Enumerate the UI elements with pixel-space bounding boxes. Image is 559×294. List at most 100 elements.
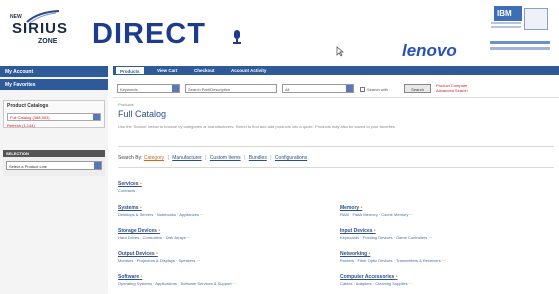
- header-decor-lines: [491, 22, 521, 30]
- category-software: Software • Operating Systems · Applicati…: [118, 274, 237, 286]
- category-title[interactable]: Computer Accessories •: [340, 274, 413, 280]
- site-header: NEW SIRIUS ZONE DIRECT lenovo IBM: [0, 0, 559, 64]
- category-input-devices: Input Devices • Keyboards · Pointing Dev…: [340, 228, 432, 240]
- category-title[interactable]: Software •: [118, 274, 237, 280]
- category-title-text[interactable]: Systems: [118, 205, 139, 211]
- category-subcategories[interactable]: Monitors · Projectors & Displays · Speak…: [118, 258, 200, 263]
- category-title-text[interactable]: Networking: [340, 251, 367, 257]
- product-line-select[interactable]: Select a Product Line: [6, 161, 102, 170]
- chevron-down-icon[interactable]: [94, 162, 101, 169]
- search-input-value: Search Part/Description: [188, 87, 231, 92]
- chevron-down-icon[interactable]: [172, 85, 179, 92]
- tab-account-activity[interactable]: Account Activity: [227, 66, 270, 75]
- logo-zone-text: ZONE: [38, 38, 58, 45]
- category-title-text[interactable]: Software: [118, 274, 139, 280]
- star-icon: •: [156, 251, 158, 257]
- category-title[interactable]: Networking •: [340, 251, 446, 257]
- category-services: Services • Contracts: [118, 181, 142, 193]
- category-title[interactable]: Memory •: [340, 205, 414, 211]
- page-title: Full Catalog: [118, 109, 167, 119]
- category-title[interactable]: Systems •: [118, 205, 204, 211]
- ibm-logo: IBM: [494, 6, 522, 21]
- category-title-text[interactable]: Input Devices: [340, 228, 373, 234]
- sidebar-my-favorites[interactable]: My Favorites: [0, 79, 108, 90]
- category-subcategories[interactable]: Keyboards · Pointing Devices · Game Cont…: [340, 235, 432, 240]
- star-icon: •: [373, 228, 376, 234]
- catalog-refresh-link[interactable]: Refresh (1,144): [4, 123, 104, 128]
- header-decor-bar: [490, 41, 550, 44]
- selection-title: SELECTION: [3, 150, 105, 157]
- category-systems: Systems • Desktops & Servers · Notebooks…: [118, 205, 204, 217]
- search-input[interactable]: Search Part/Description: [185, 84, 277, 93]
- product-line-value: Select a Product Line: [9, 164, 48, 169]
- logo-direct-text[interactable]: DIRECT: [92, 18, 206, 51]
- star-icon: •: [158, 228, 161, 234]
- advanced-search-link[interactable]: Advanced Search: [436, 88, 468, 93]
- category-computer-accessories: Computer Accessories • Cables · Adapters…: [340, 274, 413, 286]
- search-button[interactable]: Search: [404, 84, 431, 93]
- category-select-value: All: [285, 87, 290, 92]
- divider: [118, 167, 554, 168]
- mouse-cursor-icon: [336, 46, 344, 57]
- advanced-links: Product Compare Advanced Search: [436, 83, 468, 93]
- keyword-select[interactable]: Keywords: [117, 84, 180, 93]
- search-by-custom-items[interactable]: Custom Items: [210, 155, 241, 161]
- category-subcategories[interactable]: Cables · Adapters · Cleaning Supplies ··…: [340, 281, 413, 286]
- header-decor-bar: [490, 47, 550, 50]
- separator: |: [205, 155, 207, 161]
- ibm-partner-box: [524, 8, 548, 30]
- catalog-select-value: Full Catalog (388,593): [10, 115, 50, 120]
- category-subcategories[interactable]: Contracts: [118, 188, 142, 193]
- category-select[interactable]: All: [282, 84, 354, 93]
- category-title-text[interactable]: Output Devices: [118, 251, 155, 257]
- category-title[interactable]: Services •: [118, 181, 142, 187]
- chevron-down-icon[interactable]: [346, 85, 353, 92]
- category-title-text[interactable]: Storage Devices: [118, 228, 157, 234]
- keyword-select-value: Keywords: [120, 87, 138, 92]
- tab-checkout[interactable]: Checkout: [190, 66, 219, 75]
- category-subcategories[interactable]: Operating Systems · Applications · Softw…: [118, 281, 237, 286]
- product-catalogs-panel: Product Catalogs Full Catalog (388,593) …: [3, 100, 105, 128]
- breadcrumb[interactable]: Products: [118, 102, 134, 107]
- category-title-text[interactable]: Memory: [340, 205, 359, 211]
- category-subcategories[interactable]: Hard Drives · Controllers · Disk Arrays …: [118, 235, 191, 240]
- search-by-nav: Search By: Category | Manufacturer | Cus…: [118, 155, 307, 161]
- catalog-select[interactable]: Full Catalog (388,593): [7, 113, 101, 121]
- separator: |: [167, 155, 169, 161]
- search-by-category[interactable]: Category: [144, 155, 164, 161]
- category-networking: Networking • Routers · Fiber Optic Devic…: [340, 251, 446, 263]
- category-subcategories[interactable]: Desktops & Servers · Notebooks · Applian…: [118, 212, 204, 217]
- category-memory: Memory • RAM · Flash Memory · Cache Memo…: [340, 205, 414, 217]
- search-by-configurations[interactable]: Configurations: [275, 155, 307, 161]
- sidebar-my-account[interactable]: My Account: [0, 66, 108, 77]
- tab-view-cart[interactable]: View Cart: [153, 66, 181, 75]
- search-bar: Keywords Search Part/Description All: [113, 80, 559, 98]
- search-with-label: Search with: [367, 87, 388, 92]
- tab-products[interactable]: Products: [115, 66, 145, 75]
- search-by-bundles[interactable]: Bundles: [249, 155, 267, 161]
- search-with-checkbox[interactable]: [360, 87, 365, 92]
- star-icon: •: [139, 181, 142, 187]
- ibm-logo-text: IBM: [497, 9, 512, 18]
- search-by-manufacturer[interactable]: Manufacturer: [172, 155, 201, 161]
- category-title[interactable]: Input Devices •: [340, 228, 432, 234]
- category-subcategories[interactable]: Routers · Fiber Optic Devices · Transmit…: [340, 258, 446, 263]
- page-description: Use the 'Search' below to browse by cate…: [118, 124, 396, 129]
- star-icon: •: [395, 274, 398, 280]
- star-icon: •: [139, 205, 142, 211]
- star-icon: •: [368, 251, 371, 257]
- chevron-down-icon[interactable]: [93, 114, 100, 120]
- selection-panel: SELECTION Select a Product Line: [3, 150, 105, 176]
- category-title-text[interactable]: Computer Accessories: [340, 274, 394, 280]
- category-output-devices: Output Devices • Monitors · Projectors &…: [118, 251, 200, 263]
- category-title[interactable]: Output Devices •: [118, 251, 200, 257]
- category-subcategories[interactable]: RAM · Flash Memory · Cache Memory ···: [340, 212, 414, 217]
- star-icon: •: [360, 205, 363, 211]
- lenovo-logo: lenovo: [402, 41, 457, 60]
- category-storage-devices: Storage Devices • Hard Drives · Controll…: [118, 228, 191, 240]
- category-title[interactable]: Storage Devices •: [118, 228, 191, 234]
- main-tab-bar: Products View Cart Checkout Account Acti…: [113, 66, 559, 75]
- search-by-label: Search By:: [118, 155, 143, 161]
- category-title-text[interactable]: Services: [118, 181, 139, 187]
- separator: |: [270, 155, 272, 161]
